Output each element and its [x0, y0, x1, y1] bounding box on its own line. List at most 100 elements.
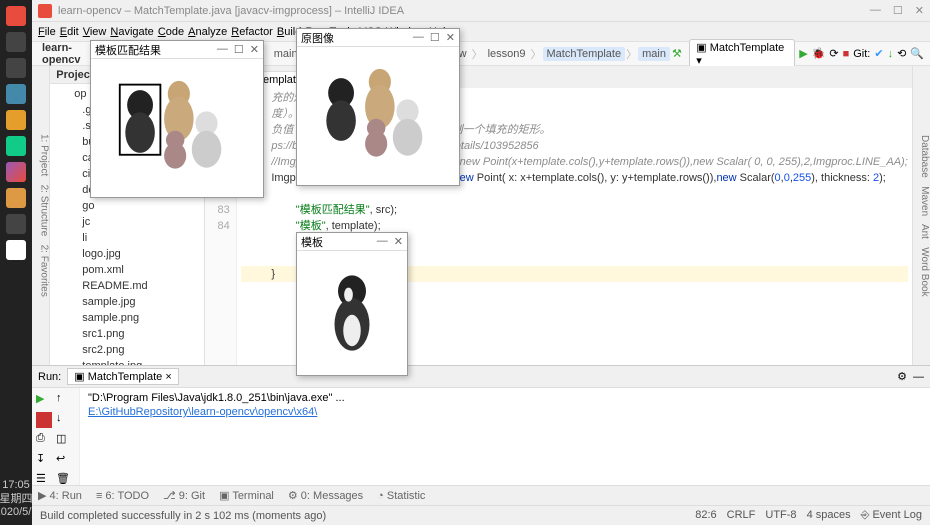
tree-item[interactable]: logo.jpg [54, 246, 204, 262]
code-line: "模板匹配结果", src); [241, 202, 908, 218]
bottom-tab[interactable]: ⎇ 9: Git [163, 489, 205, 502]
git-update-icon[interactable]: ✔ [874, 47, 883, 60]
git-label: Git: [853, 48, 870, 60]
down-icon[interactable]: ↓ [56, 412, 72, 428]
bottom-tab[interactable]: ▣ Terminal [219, 489, 274, 502]
menu-view[interactable]: View [83, 26, 107, 38]
breadcrumb[interactable]: lesson9 [484, 47, 530, 61]
encoding[interactable]: UTF-8 [765, 509, 796, 522]
output-link[interactable]: E:\GitHubRepository\learn-opencv\opencv\… [88, 406, 317, 418]
taskbar-app-icon[interactable] [6, 84, 26, 104]
gear-icon[interactable]: ⚙ [897, 370, 907, 383]
menu-edit[interactable]: Edit [60, 26, 79, 38]
taskbar-app-icon[interactable] [6, 240, 26, 260]
menu-file[interactable]: File [38, 26, 56, 38]
taskbar-app-icon[interactable] [6, 188, 26, 208]
minimize-icon[interactable]: — [413, 31, 424, 44]
up-icon[interactable]: ↑ [56, 392, 72, 408]
search-icon[interactable]: 🔍 [910, 47, 924, 60]
stop-icon[interactable] [36, 412, 52, 428]
coverage-button[interactable]: ⟳ [829, 47, 838, 60]
caret-pos: 82:6 [695, 509, 716, 522]
code-line [241, 186, 908, 202]
hide-button[interactable]: — [913, 371, 924, 383]
bottom-tab[interactable]: ≡ 6: TODO [96, 490, 149, 502]
layout-icon[interactable]: ◫ [56, 432, 72, 448]
minimize-icon[interactable]: — [377, 235, 388, 248]
statusbar: Build completed successfully in 2 s 102 … [32, 505, 930, 525]
popup-match-result[interactable]: 模板匹配结果 — ☐ ✕ [90, 40, 264, 198]
tree-item[interactable]: li [54, 230, 204, 246]
image-canvas [297, 251, 407, 375]
close-icon[interactable]: ✕ [394, 235, 403, 248]
run-label: Run: [38, 371, 61, 383]
git-commit-icon[interactable]: ↓ [888, 48, 894, 60]
tree-item[interactable]: src1.png [54, 326, 204, 342]
titlebar: learn-opencv – MatchTemplate.java [javac… [32, 0, 930, 22]
run-side-icons: ▶ ↑ ↓ ⎙ ◫ ↧ ↩ ☰ 🗑 [32, 388, 80, 492]
taskbar-app-icon[interactable] [6, 136, 26, 156]
tree-item[interactable]: go [54, 198, 204, 214]
run-button[interactable]: ▶ [799, 47, 807, 60]
tree-item[interactable]: src2.png [54, 342, 204, 358]
minimize-icon[interactable]: — [217, 43, 228, 56]
taskbar-app-icon[interactable] [6, 58, 26, 78]
close-icon[interactable]: ✕ [446, 31, 455, 44]
tree-item[interactable]: template.jpg [54, 358, 204, 365]
tree-item[interactable]: README.md [54, 278, 204, 294]
scroll-icon[interactable]: ↧ [36, 452, 52, 468]
right-toolstrip[interactable]: Database Maven Ant Word Book [912, 66, 930, 365]
menu-code[interactable]: Code [158, 26, 184, 38]
popup-source-image[interactable]: 原图像 — ☐ ✕ [296, 28, 460, 186]
run-output[interactable]: "D:\Program Files\Java\jdk1.8.0_251\bin\… [80, 388, 930, 492]
taskbar-app-icon[interactable] [6, 162, 26, 182]
dog-image [317, 263, 387, 363]
image-canvas [91, 59, 263, 197]
dump-icon[interactable]: ⎙ [36, 432, 52, 448]
bottom-tab[interactable]: ⚙ 0: Messages [288, 489, 363, 502]
popup-title: 模板匹配结果 [95, 42, 161, 58]
left-toolstrip[interactable]: 1: Project 2: Structure 2: Favorites [32, 66, 50, 365]
stop-button[interactable]: ■ [843, 48, 850, 60]
bottom-toolbar: ▶ 4: Run ≡ 6: TODO ⎇ 9: Git ▣ Terminal ⚙ 0: … [32, 485, 930, 505]
run-config-selector[interactable]: ▣ MatchTemplate ▾ [689, 39, 795, 69]
line-sep[interactable]: CRLF [727, 509, 756, 522]
popup-title: 原图像 [301, 30, 334, 46]
minimize-button[interactable]: — [870, 4, 881, 17]
menu-navigate[interactable]: Navigate [110, 26, 153, 38]
breadcrumb[interactable]: main [638, 47, 670, 61]
tree-item[interactable]: pom.xml [54, 262, 204, 278]
taskbar-app-icon[interactable] [6, 214, 26, 234]
maximize-icon[interactable]: ☐ [234, 43, 244, 56]
close-button[interactable]: ✕ [915, 4, 924, 17]
tree-item[interactable]: sample.jpg [54, 294, 204, 310]
bottom-tab[interactable]: ◔ Statistic [377, 490, 425, 502]
run-toolwindow: Run: ▣ MatchTemplate × ⚙ — ▶ ↑ ↓ ⎙ ◫ ↧ ↩… [32, 365, 930, 485]
taskbar-app-icon[interactable] [6, 6, 26, 26]
breadcrumb[interactable]: MatchTemplate [543, 47, 626, 61]
menu-refactor[interactable]: Refactor [231, 26, 273, 38]
tree-item[interactable]: jc [54, 214, 204, 230]
indent[interactable]: 4 spaces [807, 509, 851, 522]
popup-title: 模板 [301, 234, 323, 250]
taskbar-app-icon[interactable] [6, 32, 26, 52]
rerun-icon[interactable]: ▶ [36, 392, 52, 408]
git-history-icon[interactable]: ⟲ [897, 47, 906, 60]
menu-analyze[interactable]: Analyze [188, 26, 227, 38]
close-icon[interactable]: ✕ [250, 43, 259, 56]
bottom-tab[interactable]: ▶ 4: Run [38, 489, 82, 502]
maximize-button[interactable]: ☐ [893, 4, 903, 17]
popup-template[interactable]: 模板 — ✕ [296, 232, 408, 376]
tree-item[interactable]: sample.png [54, 310, 204, 326]
event-log[interactable]: Event Log [872, 509, 922, 521]
debug-button[interactable]: 🐞 [812, 47, 826, 60]
run-tab[interactable]: ▣ MatchTemplate × [67, 368, 179, 385]
status-message: Build completed successfully in 2 s 102 … [40, 510, 326, 522]
dogs-image [102, 68, 252, 188]
image-canvas [297, 47, 459, 185]
maximize-icon[interactable]: ☐ [430, 31, 440, 44]
hammer-icon[interactable]: ⚒ [672, 47, 685, 61]
app-icon [38, 4, 52, 18]
wrap-icon[interactable]: ↩ [56, 452, 72, 468]
taskbar-app-icon[interactable] [6, 110, 26, 130]
